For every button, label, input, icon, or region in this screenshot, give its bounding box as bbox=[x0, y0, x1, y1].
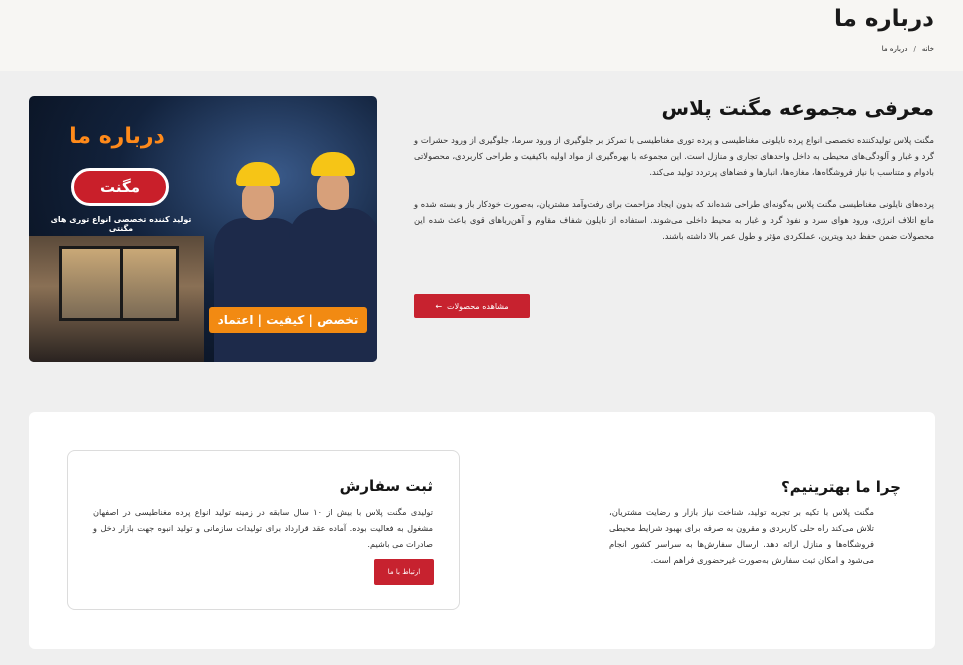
shop-door-illustration bbox=[29, 236, 204, 362]
intro-title: معرفی مجموعه مگنت پلاس bbox=[661, 96, 934, 120]
order-text: تولیدی مگنت پلاس با بیش از ۱۰ سال سابقه … bbox=[93, 507, 433, 549]
banner-slogan: تخصص | کیفیت | اعتماد bbox=[209, 307, 367, 333]
order-card: ثبت سفارش تولیدی مگنت پلاس با بیش از ۱۰ … bbox=[67, 450, 460, 610]
brand-logo-text: مگنت bbox=[100, 178, 141, 196]
about-banner-image: درباره ما مگنت تولید کننده تخصصی انواع ت… bbox=[29, 96, 377, 362]
breadcrumb-separator: / bbox=[913, 45, 916, 53]
page-header: درباره ما خانه / درباره ما bbox=[0, 0, 963, 71]
breadcrumb: خانه / درباره ما bbox=[882, 45, 934, 53]
intro-paragraph-1: مگنت پلاس تولیدکننده تخصصی انواع پرده نا… bbox=[414, 135, 934, 177]
why-us-text: مگنت پلاس با تکیه بر تجربه تولید، شناخت … bbox=[609, 507, 874, 565]
banner-title: درباره ما bbox=[69, 124, 165, 149]
order-title: ثبت سفارش bbox=[339, 477, 433, 495]
banner-subtitle: تولید کننده تخصصی انواع توری های مگنتی bbox=[50, 215, 192, 233]
view-products-button[interactable]: مشاهده محصولات ← bbox=[414, 294, 530, 318]
why-us-title: چرا ما بهترینیم؟ bbox=[781, 478, 901, 496]
products-button-label: مشاهده محصولات bbox=[447, 301, 509, 311]
intro-paragraph-2: پرده‌های نایلونی مغناطیسی مگنت پلاس به‌گ… bbox=[414, 199, 934, 241]
page-title: درباره ما bbox=[833, 6, 934, 32]
breadcrumb-current: درباره ما bbox=[881, 45, 908, 53]
arrow-left-icon: ← bbox=[435, 301, 443, 311]
breadcrumb-home-link[interactable]: خانه bbox=[922, 45, 934, 53]
brand-logo: مگنت bbox=[71, 168, 169, 206]
contact-us-button[interactable]: ارتباط با ما bbox=[374, 559, 434, 585]
intro-text: مگنت پلاس تولیدکننده تخصصی انواع پرده نا… bbox=[414, 132, 934, 244]
